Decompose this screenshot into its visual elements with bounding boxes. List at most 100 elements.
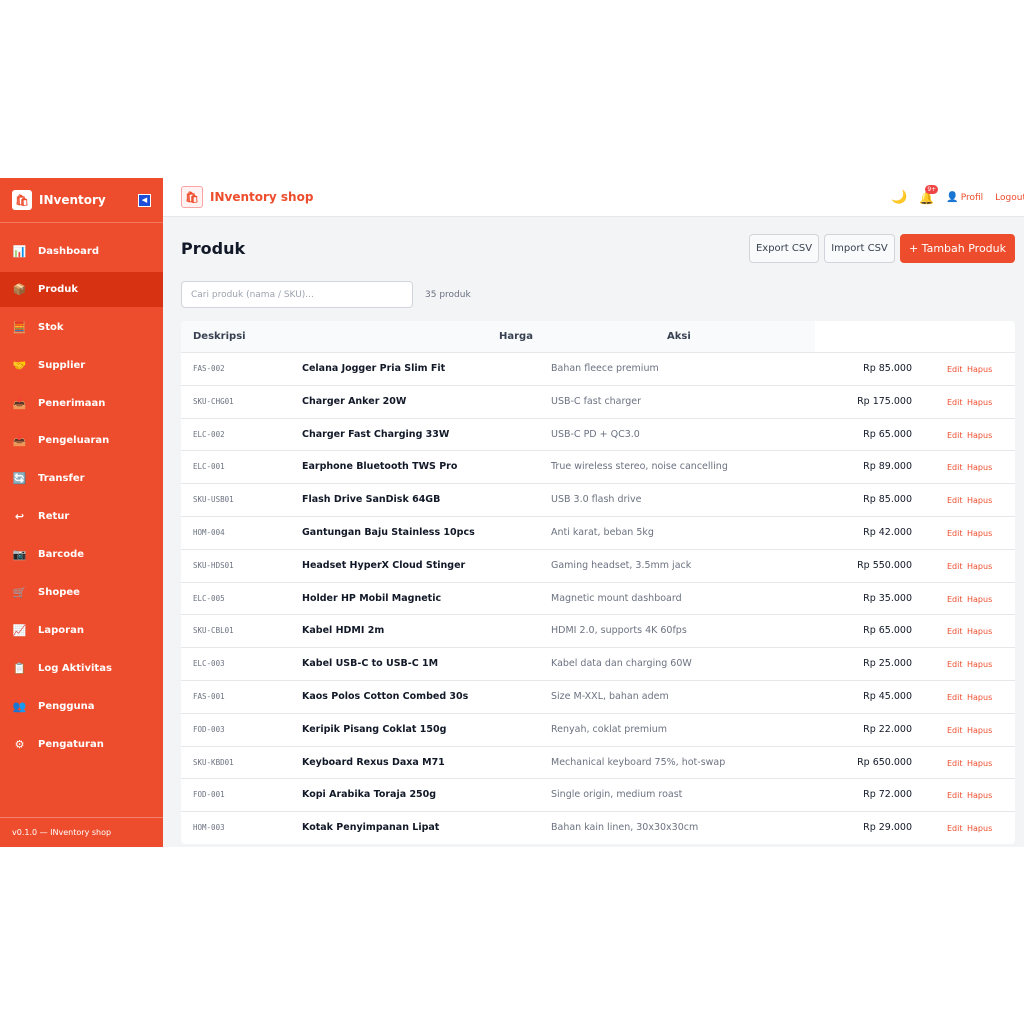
table-row: HOM-003 Kotak Penyimpanan Lipat Bahan kain…	[181, 811, 1015, 844]
delete-button[interactable]: Hapus	[967, 791, 992, 800]
laporan-icon: 📈	[12, 623, 27, 637]
product-name-cell: Kabel USB-C to USB-C 1M	[302, 658, 439, 670]
edit-button[interactable]: Edit	[947, 660, 963, 669]
delete-button[interactable]: Hapus	[967, 824, 992, 833]
sidebar-item-laporan[interactable]: 📈 Laporan	[0, 613, 163, 648]
table-header: Deskripsi Harga Aksi	[181, 321, 1015, 352]
sidebar-item-shopee[interactable]: 🛒 Shopee	[0, 575, 163, 610]
shop-logo-icon: 🛍	[181, 186, 203, 208]
sidebar-item-retur[interactable]: ↩ Retur	[0, 499, 163, 534]
delete-button[interactable]: Hapus	[967, 660, 992, 669]
export-csv-button[interactable]: Export CSV	[749, 234, 819, 263]
shop-logo-icon: 🛍	[12, 190, 32, 210]
description-cell: Bahan fleece premium	[551, 363, 659, 374]
delete-button[interactable]: Hapus	[967, 529, 992, 538]
brand-name: INventory	[39, 193, 106, 207]
dashboard-icon: 📊	[12, 245, 27, 258]
sidebar-item-supplier[interactable]: 🤝 Supplier	[0, 348, 163, 383]
edit-button[interactable]: Edit	[947, 365, 963, 374]
description-cell: Size M-XXL, bahan adem	[551, 690, 669, 702]
description-cell: USB 3.0 flash drive	[551, 494, 642, 506]
dark-mode-toggle-icon[interactable]: 🌙	[891, 190, 907, 205]
notifications-button[interactable]: 🔔 9+	[919, 184, 939, 205]
edit-button[interactable]: Edit	[947, 496, 963, 505]
table-row: SKU-HDS01 Headset HyperX Cloud Stinger Gam…	[181, 548, 1015, 582]
topbar-actions: 🌙 🔔 9+ 👤 Profil Logout	[891, 178, 1024, 217]
import-csv-button[interactable]: Import CSV	[824, 234, 895, 263]
sidebar-item-pengaturan[interactable]: ⚙ Pengaturan	[0, 727, 163, 762]
add-product-button[interactable]: + Tambah Produk	[900, 234, 1015, 263]
sidebar-item-stok[interactable]: 🧮 Stok	[0, 310, 163, 345]
sidebar-item-penerimaan[interactable]: 📥 Penerimaan	[0, 386, 163, 421]
delete-button[interactable]: Hapus	[967, 463, 992, 472]
table-row: ELC-005 Holder HP Mobil Magnetic Magnetic …	[181, 581, 1015, 615]
delete-button[interactable]: Hapus	[967, 726, 992, 735]
sidebar-item-label: Log Aktivitas	[38, 662, 112, 674]
sidebar-item-pengguna[interactable]: 👥 Pengguna	[0, 689, 163, 724]
product-name-cell: Kopi Arabika Toraja 250g	[302, 789, 437, 801]
page-title: Produk	[181, 239, 246, 258]
delete-button[interactable]: Hapus	[967, 759, 992, 768]
sku-cell: ELC-003	[193, 659, 225, 669]
profil-link[interactable]: Profil	[961, 193, 983, 203]
topbar: 🛍 INventory shop 🌙 🔔 9+ 👤 Profil Logout	[163, 178, 1024, 217]
barcode-icon: 📷	[12, 548, 27, 562]
sidebar-item-label: Dashboard	[38, 246, 99, 257]
edit-button[interactable]: Edit	[947, 627, 963, 636]
sidebar-item-pengeluaran[interactable]: 📤 Pengeluaran	[0, 423, 163, 458]
description-cell: Single origin, medium roast	[551, 789, 683, 801]
edit-button[interactable]: Edit	[947, 463, 963, 472]
collapse-sidebar-button[interactable]: ◀	[138, 193, 151, 207]
edit-button[interactable]: Edit	[947, 595, 963, 604]
sidebar-item-label: Supplier	[38, 359, 86, 371]
description-cell: True wireless stereo, noise cancelling	[551, 461, 728, 473]
delete-button[interactable]: Hapus	[967, 398, 992, 407]
header-harga: Harga	[499, 331, 533, 342]
edit-button[interactable]: Edit	[947, 693, 963, 702]
sku-cell: HOM-003	[193, 823, 225, 833]
delete-button[interactable]: Hapus	[967, 595, 992, 604]
edit-button[interactable]: Edit	[947, 562, 963, 571]
sidebar: 🛍 INventory ◀ 📊 Dashboard 📦 Produk 🧮 Stok 🤝 Sup…	[0, 178, 163, 847]
description-cell: Kabel data dan charging 60W	[551, 658, 692, 670]
delete-button[interactable]: Hapus	[967, 693, 992, 702]
sidebar-item-produk[interactable]: 📦 Produk	[0, 271, 163, 307]
sku-cell: HOM-004	[193, 527, 225, 537]
sidebar-item-transfer[interactable]: 🔄 Transfer	[0, 461, 163, 496]
table-header-background	[181, 321, 815, 352]
sidebar-item-dashboard[interactable]: 📊 Dashboard	[0, 234, 163, 269]
stok-icon: 🧮	[12, 320, 27, 334]
pengguna-icon: 👥	[12, 699, 27, 713]
sidebar-item-barcode[interactable]: 📷 Barcode	[0, 537, 163, 572]
delete-button[interactable]: Hapus	[967, 496, 992, 505]
sidebar-item-log-aktivitas[interactable]: 📋 Log Aktivitas	[0, 651, 163, 686]
product-name-cell: Earphone Bluetooth TWS Pro	[302, 461, 458, 473]
table-row: FAS-002 Celana Jogger Pria Slim Fit Bahan …	[181, 352, 1015, 385]
sku-cell: SKU-HDS01	[193, 560, 234, 570]
sidebar-item-label: Shopee	[38, 587, 80, 599]
product-name-cell: Headset HyperX Cloud Stinger	[302, 559, 466, 571]
table-row: HOM-004 Gantungan Baju Stainless 10pcs Ant…	[181, 515, 1015, 549]
edit-button[interactable]: Edit	[947, 791, 963, 800]
edit-button[interactable]: Edit	[947, 529, 963, 538]
edit-button[interactable]: Edit	[947, 398, 963, 407]
edit-button[interactable]: Edit	[947, 759, 963, 768]
product-count: 35 produk	[425, 290, 471, 300]
description-cell: Magnetic mount dashboard	[551, 592, 682, 604]
table-row: SKU-CHG01 Charger Anker 20W USB-C fast cha…	[181, 384, 1015, 418]
price-cell: Rp 25.000	[863, 658, 912, 670]
edit-button[interactable]: Edit	[947, 726, 963, 735]
table-row: FAS-001 Kaos Polos Cotton Combed 30s Size …	[181, 679, 1015, 713]
delete-button[interactable]: Hapus	[967, 627, 992, 636]
edit-button[interactable]: Edit	[947, 431, 963, 440]
sku-cell: SKU-USB01	[193, 495, 234, 505]
sku-cell: SKU-CHG01	[193, 396, 234, 406]
logout-link[interactable]: Logout	[995, 193, 1024, 203]
delete-button[interactable]: Hapus	[967, 562, 992, 571]
shop-title: INventory shop	[210, 190, 314, 204]
search-input[interactable]	[181, 281, 413, 308]
delete-button[interactable]: Hapus	[967, 365, 992, 374]
table-row: ELC-003 Kabel USB-C to USB-C 1M Kabel data…	[181, 647, 1015, 680]
delete-button[interactable]: Hapus	[967, 431, 992, 440]
edit-button[interactable]: Edit	[947, 824, 963, 833]
